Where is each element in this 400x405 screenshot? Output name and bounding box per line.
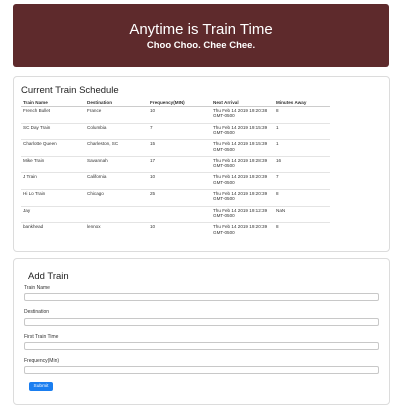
- cell-minutes-away: 8: [274, 222, 330, 239]
- cell-destination: lennox: [85, 222, 148, 239]
- table-row: Charlotte Queen Charleston, SC 15 Thu Fe…: [21, 139, 330, 157]
- cell-next-arrival: Thu Feb 14 2019 19:28:39 GMT-0500: [211, 155, 274, 173]
- destination-label: Destination: [24, 309, 50, 315]
- schedule-card: Current Train Schedule Train Name Destin…: [13, 76, 390, 252]
- cell-next-arrival: Thu Feb 14 2019 19:20:39 GMT-0500: [211, 188, 274, 207]
- cell-train-name: Hi Lo Train: [21, 188, 85, 207]
- cell-frequency: 17: [148, 155, 211, 173]
- cell-frequency: [148, 205, 211, 223]
- cell-train-name: bankhead: [21, 222, 85, 239]
- cell-minutes-away: 7: [274, 172, 330, 190]
- cell-destination: France: [87, 108, 102, 113]
- cell-destination: [85, 205, 148, 223]
- first-train-time-label: First Train Time: [24, 334, 59, 340]
- schedule-table: Train Name Destination Frequency(MIN) Ne…: [21, 98, 330, 239]
- cell-next-arrival: Thu Feb 14 2019 19:20:39 GMT-0500: [211, 222, 274, 239]
- table-row: SC Day Train Columbia 7 Thu Feb 14 2019 …: [21, 122, 330, 140]
- column-header-minutes-away: Minutes Away: [274, 98, 330, 107]
- table-row: Jay Thu Feb 14 2019 19:12:39 GMT-0500 Na…: [21, 205, 330, 223]
- cell-destination: Chicago: [85, 188, 148, 207]
- cell-frequency: 25: [148, 188, 211, 207]
- table-row: Hi Lo Train Chicago 25 Thu Feb 14 2019 1…: [21, 188, 330, 207]
- add-train-title: Add Train: [28, 271, 69, 282]
- table-row: J Train California 10 Thu Feb 14 2019 19…: [21, 172, 330, 190]
- cell-frequency: 15: [148, 139, 211, 157]
- cell-next-arrival: Thu Feb 14 2019 19:20:38 GMT-0500: [213, 108, 268, 119]
- page-title: Anytime is Train Time: [129, 21, 273, 38]
- add-train-card: Add Train Train Name Destination First T…: [13, 258, 390, 405]
- column-header-train-name: Train Name: [21, 98, 85, 107]
- cell-frequency: 10: [148, 222, 211, 239]
- cell-destination: Savannah: [85, 155, 148, 173]
- header-banner: Anytime is Train Time Choo Choo. Chee Ch…: [13, 4, 389, 67]
- cell-minutes-away: 8: [274, 188, 330, 207]
- cell-minutes-away: 8: [276, 108, 279, 113]
- cell-next-arrival: Thu Feb 14 2019 19:15:39 GMT-0500: [211, 139, 274, 157]
- cell-destination: Charleston, SC: [85, 139, 148, 157]
- cell-frequency: 10: [148, 172, 211, 190]
- cell-frequency: 10: [150, 108, 156, 113]
- cell-train-name: French Bullet: [23, 108, 51, 113]
- cell-frequency: 7: [148, 122, 211, 140]
- cell-next-arrival: Thu Feb 14 2019 19:20:39 GMT-0500: [211, 172, 274, 190]
- table-header-row: Train Name Destination Frequency(MIN) Ne…: [21, 98, 330, 107]
- cell-minutes-away: 16: [274, 155, 330, 173]
- cell-train-name: J Train: [21, 172, 85, 190]
- cell-destination: California: [85, 172, 148, 190]
- frequency-label: Frequency(Min): [24, 358, 60, 364]
- train-name-label: Train Name: [24, 285, 50, 291]
- first-train-time-input[interactable]: [24, 342, 379, 350]
- column-header-next-arrival: Next Arrival: [211, 98, 274, 107]
- cell-train-name: Charlotte Queen: [21, 139, 85, 157]
- cell-minutes-away: NaN: [274, 205, 330, 223]
- table-row: bankhead lennox 10 Thu Feb 14 2019 19:20…: [21, 222, 330, 239]
- cell-next-arrival: Thu Feb 14 2019 19:12:39 GMT-0500: [211, 205, 274, 223]
- table-row: French Bullet France 10 Thu Feb 14 2019 …: [21, 107, 330, 124]
- frequency-input[interactable]: [24, 366, 379, 374]
- cell-train-name: Mike Train: [21, 155, 85, 173]
- table-row: Mike Train Savannah 17 Thu Feb 14 2019 1…: [21, 155, 330, 173]
- page-subtitle: Choo Choo. Chee Chee.: [146, 40, 256, 51]
- schedule-title: Current Train Schedule: [21, 85, 119, 96]
- column-header-frequency: Frequency(MIN): [148, 98, 211, 107]
- cell-minutes-away: 1: [274, 122, 330, 140]
- column-header-destination: Destination: [85, 98, 148, 107]
- cell-minutes-away: 1: [274, 139, 330, 157]
- cell-next-arrival: Thu Feb 14 2019 19:15:39 GMT-0500: [211, 122, 274, 140]
- cell-destination: Columbia: [85, 122, 148, 140]
- train-name-input[interactable]: [24, 293, 379, 301]
- cell-train-name: SC Day Train: [21, 122, 85, 140]
- cell-train-name: Jay: [21, 205, 85, 223]
- destination-input[interactable]: [24, 318, 379, 326]
- submit-button[interactable]: Submit: [29, 382, 53, 391]
